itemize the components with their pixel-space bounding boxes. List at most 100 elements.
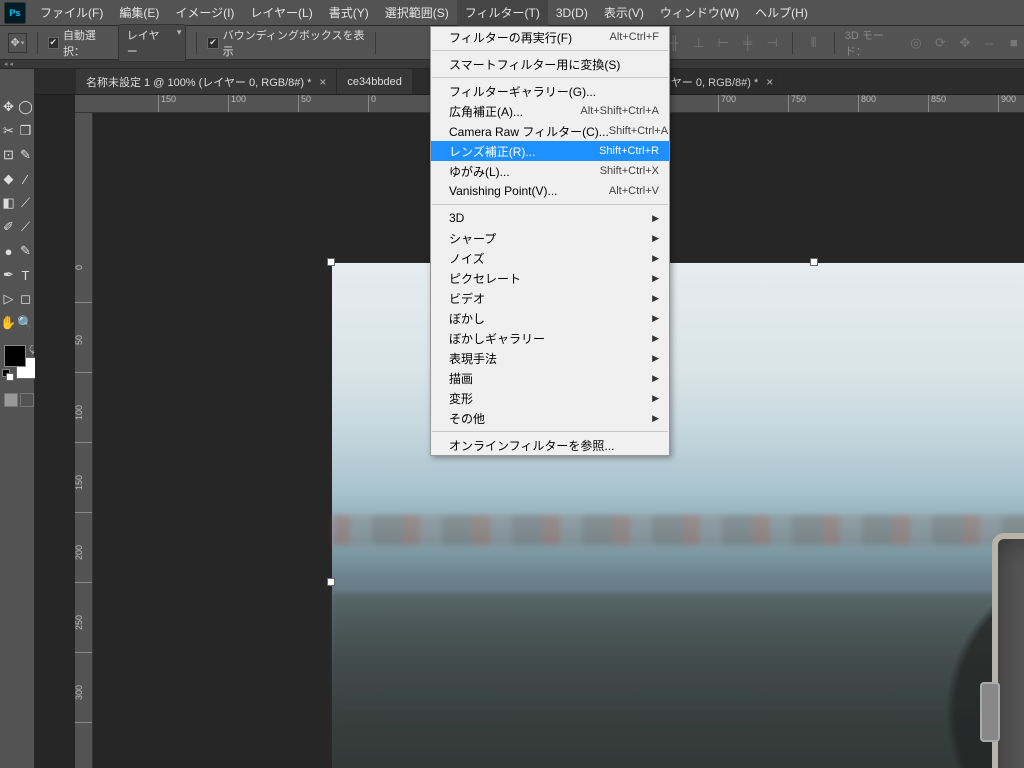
document-tab[interactable]: ヤー 0, RGB/8#) *× [661, 69, 784, 94]
menu-item-label: Vanishing Point(V)... [449, 184, 558, 198]
blur-tool[interactable]: ● [0, 239, 17, 263]
align-right-icon[interactable]: ⊣ [762, 32, 782, 54]
menu-file[interactable]: ファイル(F) [32, 0, 111, 26]
close-icon[interactable]: × [766, 75, 773, 89]
vertical-ruler[interactable]: 050100150200250300 [75, 113, 93, 768]
menu-item[interactable]: ビデオ▶ [431, 288, 669, 308]
pen-tool[interactable]: ✒ [0, 263, 17, 287]
type-tool[interactable]: T [17, 263, 34, 287]
target-select[interactable]: レイヤー [118, 24, 187, 62]
roll-icon[interactable]: ⟳ [930, 32, 950, 54]
default-colors-icon[interactable] [2, 369, 12, 379]
zoom-icon[interactable]: ■ [1004, 32, 1024, 54]
menu-item-label: 広角補正(A)... [449, 103, 523, 120]
close-icon[interactable]: × [319, 75, 326, 89]
menu-item-label: ノイズ [449, 250, 485, 267]
menu-item[interactable]: スマートフィルター用に変換(S) [431, 54, 669, 74]
eraser-tool[interactable]: ✐ [0, 215, 17, 239]
quick-select-tool[interactable]: ❐ [17, 119, 34, 143]
menu-item[interactable]: フィルターギャラリー(G)... [431, 81, 669, 101]
ruler-tick: 100 [228, 95, 231, 113]
path-select-tool[interactable]: ▷ [0, 287, 17, 311]
menu-item[interactable]: 描画▶ [431, 368, 669, 388]
menu-type[interactable]: 書式(Y) [321, 0, 377, 26]
menu-view[interactable]: 表示(V) [596, 0, 652, 26]
menu-item-label: 描画 [449, 370, 473, 387]
orbit-icon[interactable]: ◎ [906, 32, 926, 54]
ruler-tick: 0 [75, 263, 93, 303]
hand-tool[interactable]: ✋ [0, 311, 17, 335]
foreground-color[interactable] [4, 345, 26, 367]
menu-item-label: ぼかしギャラリー [449, 330, 545, 347]
menubar: Ps ファイル(F) 編集(E) イメージ(I) レイヤー(L) 書式(Y) 選… [0, 0, 1024, 26]
document-tab[interactable]: ce34bbded [337, 69, 412, 94]
align-bottom-icon[interactable]: ⊥ [689, 32, 709, 54]
slide-icon[interactable]: ⇔ [979, 32, 999, 54]
menu-item[interactable]: シャープ▶ [431, 228, 669, 248]
menu-item[interactable]: ぼかし▶ [431, 308, 669, 328]
menu-help[interactable]: ヘルプ(H) [747, 0, 816, 26]
menu-item[interactable]: フィルターの再実行(F)Alt+Ctrl+F [431, 27, 669, 47]
menu-item[interactable]: 3D▶ [431, 208, 669, 228]
menu-divider [432, 77, 668, 78]
ruler-tick: 50 [298, 95, 301, 113]
transform-handle[interactable] [327, 578, 335, 586]
menu-item-label: フィルターの再実行(F) [449, 29, 572, 46]
document-tab[interactable]: 名称未設定 1 @ 100% (レイヤー 0, RGB/8#) *× [76, 69, 337, 94]
distribute-icon[interactable]: ⫴ [803, 32, 823, 54]
swap-colors-icon[interactable]: ⤹ [29, 344, 34, 355]
quick-mask-toggle[interactable] [0, 393, 34, 407]
menu-filter[interactable]: フィルター(T) [457, 0, 548, 26]
dodge-tool[interactable]: ✎ [17, 239, 34, 263]
bounding-box-checkbox[interactable]: ✔バウンディングボックスを表示 [207, 27, 364, 59]
menu-item[interactable]: Vanishing Point(V)...Alt+Ctrl+V [431, 181, 669, 201]
marquee-tool[interactable]: ◯ [17, 95, 34, 119]
submenu-arrow-icon: ▶ [652, 233, 659, 244]
tool-preset-dropdown[interactable]: ✥▾ [8, 33, 27, 53]
crop-tool[interactable]: ⊡ [0, 143, 17, 167]
ruler-tick: 900 [998, 95, 1001, 113]
pan-icon[interactable]: ✥ [955, 32, 975, 54]
menu-item-label: その他 [449, 410, 485, 427]
menu-item[interactable]: レンズ補正(R)...Shift+Ctrl+R [431, 141, 669, 161]
menu-layer[interactable]: レイヤー(L) [242, 0, 320, 26]
align-left-icon[interactable]: ⊢ [713, 32, 733, 54]
menu-edit[interactable]: 編集(E) [111, 0, 167, 26]
menu-3d[interactable]: 3D(D) [548, 0, 596, 26]
submenu-arrow-icon: ▶ [652, 333, 659, 344]
menu-item[interactable]: ゆがみ(L)...Shift+Ctrl+X [431, 161, 669, 181]
menu-item-label: ゆがみ(L)... [449, 163, 510, 180]
move-tool[interactable]: ✥ [0, 95, 17, 119]
ruler-tick: 150 [75, 473, 93, 513]
menu-item[interactable]: ぼかしギャラリー ▶ [431, 328, 669, 348]
transform-handle[interactable] [327, 258, 335, 266]
menu-item[interactable]: ノイズ▶ [431, 248, 669, 268]
menu-window[interactable]: ウィンドウ(W) [652, 0, 747, 26]
menu-item-label: オンラインフィルターを参照... [449, 437, 614, 454]
gradient-tool[interactable]: ⟋ [17, 215, 34, 239]
submenu-arrow-icon: ▶ [652, 393, 659, 404]
menu-item[interactable]: ピクセレート▶ [431, 268, 669, 288]
menu-divider [432, 431, 668, 432]
align-hcenter-icon[interactable]: ╪ [737, 32, 757, 54]
zoom-tool[interactable]: 🔍 [17, 311, 34, 335]
brush-tool[interactable]: ⁄ [17, 167, 34, 191]
ruler-tick: 800 [858, 95, 861, 113]
menu-item[interactable]: 広角補正(A)...Alt+Shift+Ctrl+A [431, 101, 669, 121]
history-brush-tool[interactable]: ⟋ [17, 191, 34, 215]
menu-item[interactable]: その他▶ [431, 408, 669, 428]
stamp-tool[interactable]: ◧ [0, 191, 17, 215]
menu-item[interactable]: 変形▶ [431, 388, 669, 408]
transform-handle[interactable] [810, 258, 818, 266]
shape-tool[interactable]: ◻ [17, 287, 34, 311]
heal-tool[interactable]: ◆ [0, 167, 17, 191]
menu-item[interactable]: オンラインフィルターを参照... [431, 435, 669, 455]
menu-item[interactable]: 表現手法▶ [431, 348, 669, 368]
eyedropper-tool[interactable]: ✎ [17, 143, 34, 167]
menu-item[interactable]: Camera Raw フィルター(C)...Shift+Ctrl+A [431, 121, 669, 141]
menu-select[interactable]: 選択範囲(S) [377, 0, 457, 26]
lasso-tool[interactable]: ✂ [0, 119, 17, 143]
menu-image[interactable]: イメージ(I) [167, 0, 242, 26]
auto-select-checkbox[interactable]: ✔自動選択： [48, 27, 114, 59]
menu-item-label: ピクセレート [449, 270, 521, 287]
